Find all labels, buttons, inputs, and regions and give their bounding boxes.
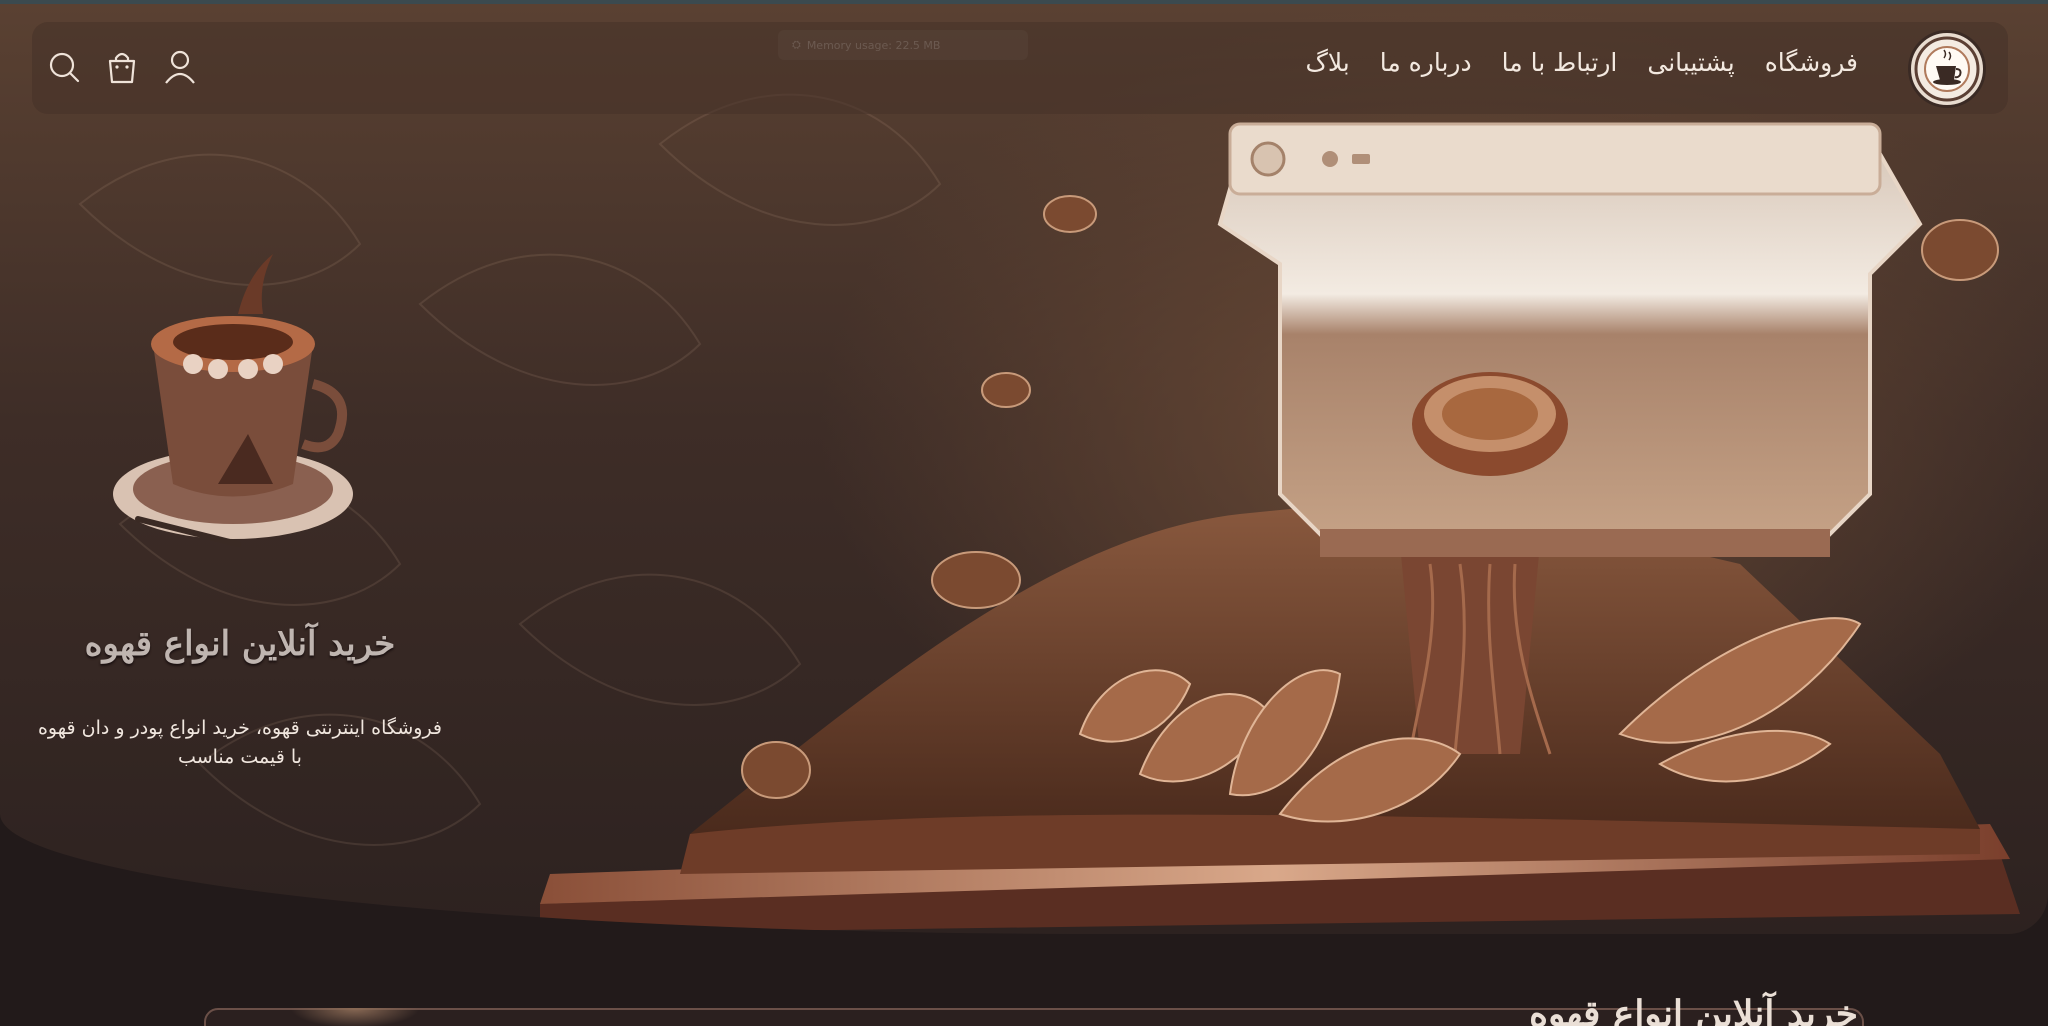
- shopping-bag-icon: [108, 52, 136, 84]
- memory-usage-tooltip: ⛭ Memory usage: 22.5 MB: [778, 30, 1028, 60]
- coffee-cup-illustration: [113, 254, 353, 547]
- nav-link-contact[interactable]: ارتباط با ما: [1502, 48, 1618, 77]
- section-title: خرید آنلاین انواع قهوه: [1529, 993, 1858, 1026]
- memory-usage-text: Memory usage: 22.5 MB: [806, 38, 941, 52]
- nav-link-about[interactable]: درباره ما: [1380, 48, 1472, 77]
- main-nav-menu: فروشگاه پشتیبانی ارتباط با ما درباره ما …: [1305, 48, 1858, 77]
- search-icon: [49, 52, 80, 83]
- hero-promo: خرید آنلاین انواع قهوه فروشگاه اینترنتی …: [30, 234, 450, 794]
- user-icon: [165, 50, 195, 84]
- nav-link-shop[interactable]: فروشگاه: [1765, 48, 1858, 77]
- nav-icon-group: [46, 48, 198, 86]
- search-button[interactable]: [46, 48, 82, 86]
- nav-link-support[interactable]: پشتیبانی: [1647, 48, 1734, 77]
- memory-icon: ⛭: [792, 38, 801, 51]
- cart-button[interactable]: [104, 48, 140, 86]
- logo-text-bottom: HOUSE: [1947, 69, 1948, 70]
- nav-link-blog[interactable]: بلاگ: [1305, 48, 1349, 77]
- hero-title: خرید آنلاین انواع قهوه: [84, 624, 396, 664]
- coffee-grinder-illustration: [540, 122, 2020, 934]
- coffee-house-logo[interactable]: COFFEE HOUSE: [1908, 30, 1986, 108]
- hero-description: فروشگاه اینترنتی قهوه، خرید انواع پودر و…: [37, 717, 443, 768]
- account-button[interactable]: [162, 48, 198, 86]
- hero-section: COFFEE HOUSE فروشگاه پشتیبانی ارتباط با …: [0, 4, 2048, 934]
- section-card-thumbnail: [290, 1008, 420, 1026]
